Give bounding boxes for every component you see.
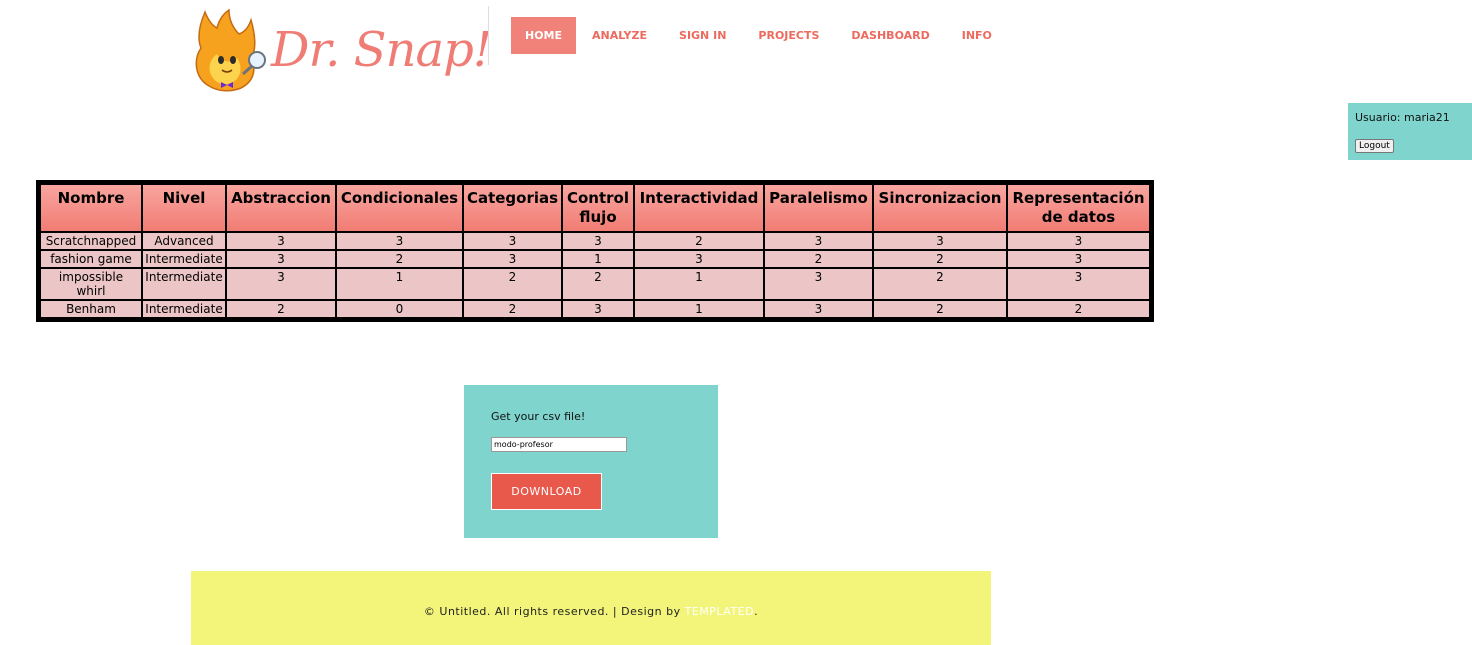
- table-row: impossible whirl Intermediate 3 1 2 2 1 …: [40, 268, 1150, 300]
- footer-copyright: © Untitled. All rights reserved. | Desig…: [423, 605, 685, 618]
- nav-projects[interactable]: PROJECTS: [742, 17, 835, 54]
- download-button[interactable]: DOWNLOAD: [491, 473, 602, 510]
- nav-analyze[interactable]: ANALYZE: [576, 17, 663, 54]
- cell-nivel: Intermediate: [142, 268, 226, 300]
- cell-interactividad: 2: [634, 232, 764, 250]
- cell-paralelismo: 3: [764, 300, 873, 318]
- column-header-categorias: Categorias: [463, 184, 562, 232]
- nav-sign-in[interactable]: SIGN IN: [663, 17, 742, 54]
- table-row: Benham Intermediate 2 0 2 3 1 3 2 2: [40, 300, 1150, 318]
- cell-control-flujo: 2: [562, 268, 634, 300]
- table-row: Scratchnapped Advanced 3 3 3 3 2 3 3 3: [40, 232, 1150, 250]
- nav-home[interactable]: HOME: [511, 17, 577, 54]
- cell-nivel: Advanced: [142, 232, 226, 250]
- table-row: fashion game Intermediate 3 2 3 1 3 2 2 …: [40, 250, 1150, 268]
- cell-condicionales: 2: [336, 250, 463, 268]
- header-divider: [488, 6, 489, 65]
- cell-condicionales: 0: [336, 300, 463, 318]
- cell-paralelismo: 3: [764, 232, 873, 250]
- cell-abstraccion: 2: [226, 300, 336, 318]
- column-header-nombre: Nombre: [40, 184, 142, 232]
- cell-control-flujo: 3: [562, 300, 634, 318]
- csv-filename-input[interactable]: [491, 437, 627, 452]
- cell-abstraccion: 3: [226, 232, 336, 250]
- cell-sincronizacion: 2: [873, 300, 1007, 318]
- logo[interactable]: Dr. Snap!: [191, 8, 492, 92]
- column-header-representacion-de-datos: Representación de datos: [1007, 184, 1150, 232]
- cell-categorias: 3: [463, 232, 562, 250]
- user-panel: Usuario: maria21 Logout: [1348, 103, 1472, 160]
- cell-nombre: impossible whirl: [40, 268, 142, 300]
- cell-representacion: 3: [1007, 250, 1150, 268]
- cell-sincronizacion: 3: [873, 232, 1007, 250]
- results-table: Nombre Nivel Abstraccion Condicionales C…: [36, 180, 1154, 322]
- cell-nombre: Scratchnapped: [40, 232, 142, 250]
- cell-paralelismo: 3: [764, 268, 873, 300]
- templated-link[interactable]: TEMPLATED: [685, 605, 755, 618]
- cell-interactividad: 1: [634, 268, 764, 300]
- column-header-control-flujo: Control flujo: [562, 184, 634, 232]
- cell-categorias: 3: [463, 250, 562, 268]
- csv-title: Get your csv file!: [491, 410, 586, 423]
- cell-categorias: 2: [463, 300, 562, 318]
- main-nav: HOME ANALYZE SIGN IN PROJECTS DASHBOARD …: [511, 17, 1008, 54]
- cell-condicionales: 3: [336, 232, 463, 250]
- column-header-paralelismo: Paralelismo: [764, 184, 873, 232]
- cell-nombre: fashion game: [40, 250, 142, 268]
- username-label: Usuario: maria21: [1355, 111, 1450, 124]
- cell-representacion: 3: [1007, 232, 1150, 250]
- cell-control-flujo: 3: [562, 232, 634, 250]
- logo-text: Dr. Snap!: [271, 22, 492, 78]
- cell-nombre: Benham: [40, 300, 142, 318]
- column-header-condicionales: Condicionales: [336, 184, 463, 232]
- cell-representacion: 3: [1007, 268, 1150, 300]
- cell-representacion: 2: [1007, 300, 1150, 318]
- cell-interactividad: 1: [634, 300, 764, 318]
- cell-abstraccion: 3: [226, 268, 336, 300]
- footer: © Untitled. All rights reserved. | Desig…: [191, 571, 991, 645]
- cell-categorias: 2: [463, 268, 562, 300]
- column-header-abstraccion: Abstraccion: [226, 184, 336, 232]
- logout-button[interactable]: Logout: [1355, 139, 1394, 153]
- column-header-interactividad: Interactividad: [634, 184, 764, 232]
- footer-text: © Untitled. All rights reserved. | Desig…: [191, 605, 991, 618]
- cell-abstraccion: 3: [226, 250, 336, 268]
- column-header-sincronizacion: Sincronizacion: [873, 184, 1007, 232]
- nav-info[interactable]: INFO: [946, 17, 1008, 54]
- cell-nivel: Intermediate: [142, 300, 226, 318]
- cell-paralelismo: 2: [764, 250, 873, 268]
- cell-condicionales: 1: [336, 268, 463, 300]
- nav-dashboard[interactable]: DASHBOARD: [835, 17, 945, 54]
- column-header-nivel: Nivel: [142, 184, 226, 232]
- table-header-row: Nombre Nivel Abstraccion Condicionales C…: [40, 184, 1150, 232]
- csv-download-panel: Get your csv file! DOWNLOAD: [464, 385, 718, 538]
- cell-sincronizacion: 2: [873, 250, 1007, 268]
- footer-suffix: .: [754, 605, 759, 618]
- cell-sincronizacion: 2: [873, 268, 1007, 300]
- cell-nivel: Intermediate: [142, 250, 226, 268]
- cell-interactividad: 3: [634, 250, 764, 268]
- flame-mascot-icon: [195, 8, 266, 92]
- cell-control-flujo: 1: [562, 250, 634, 268]
